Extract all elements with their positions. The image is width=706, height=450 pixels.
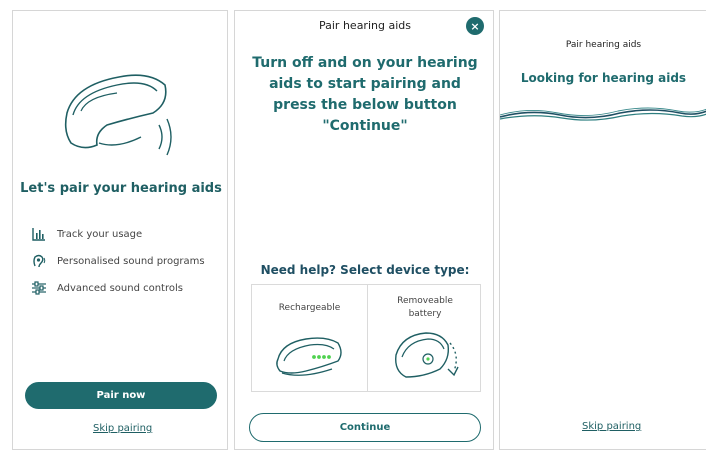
- device-type-selector: Rechargeable Removeable battery: [251, 284, 481, 392]
- device-option-removeable-battery[interactable]: Removeable battery: [368, 285, 482, 391]
- screen-header: Pair hearing aids: [565, 40, 642, 50]
- feature-item: Personalised sound programs: [31, 252, 205, 270]
- feature-label: Track your usage: [57, 228, 143, 240]
- hearing-aid-illustration: [64, 74, 172, 156]
- pairing-instruction: Turn off and on your hearing aids to sta…: [252, 55, 478, 134]
- device-label: Rechargeable: [278, 303, 341, 313]
- device-label: Removeable battery: [397, 296, 453, 319]
- device-option-rechargeable[interactable]: Rechargeable: [252, 285, 367, 391]
- pair-instructions-screen: Pair hearing aids × Turn off and on your…: [234, 10, 494, 450]
- help-title: Need help? Select device type:: [260, 263, 470, 277]
- skip-pairing-link[interactable]: Skip pairing: [93, 423, 152, 434]
- sliders-icon: [32, 281, 46, 295]
- rechargeable-hearing-aid-icon: [276, 337, 342, 376]
- pair-now-button[interactable]: Pair now: [25, 382, 217, 409]
- feature-label: Advanced sound controls: [57, 282, 183, 294]
- page-title: Let's pair your hearing aids: [20, 181, 222, 196]
- sound-program-icon: [33, 254, 46, 268]
- feature-item: Track your usage: [31, 225, 142, 243]
- close-icon[interactable]: ×: [466, 17, 484, 35]
- skip-pairing-link[interactable]: Skip pairing: [582, 421, 641, 432]
- search-status: Looking for hearing aids: [520, 71, 687, 85]
- feature-label: Personalised sound programs: [57, 255, 205, 267]
- continue-button[interactable]: Continue: [249, 413, 481, 442]
- chart-icon: [32, 228, 45, 241]
- pair-intro-screen: Let's pair your hearing aids Track your …: [12, 10, 228, 450]
- battery-hearing-aid-icon: [395, 332, 459, 378]
- searching-wave-animation: [500, 107, 706, 121]
- searching-screen: Pair hearing aids Looking for hearing ai…: [499, 10, 706, 450]
- feature-item: Advanced sound controls: [31, 279, 183, 297]
- screen-header: Pair hearing aids: [319, 19, 411, 32]
